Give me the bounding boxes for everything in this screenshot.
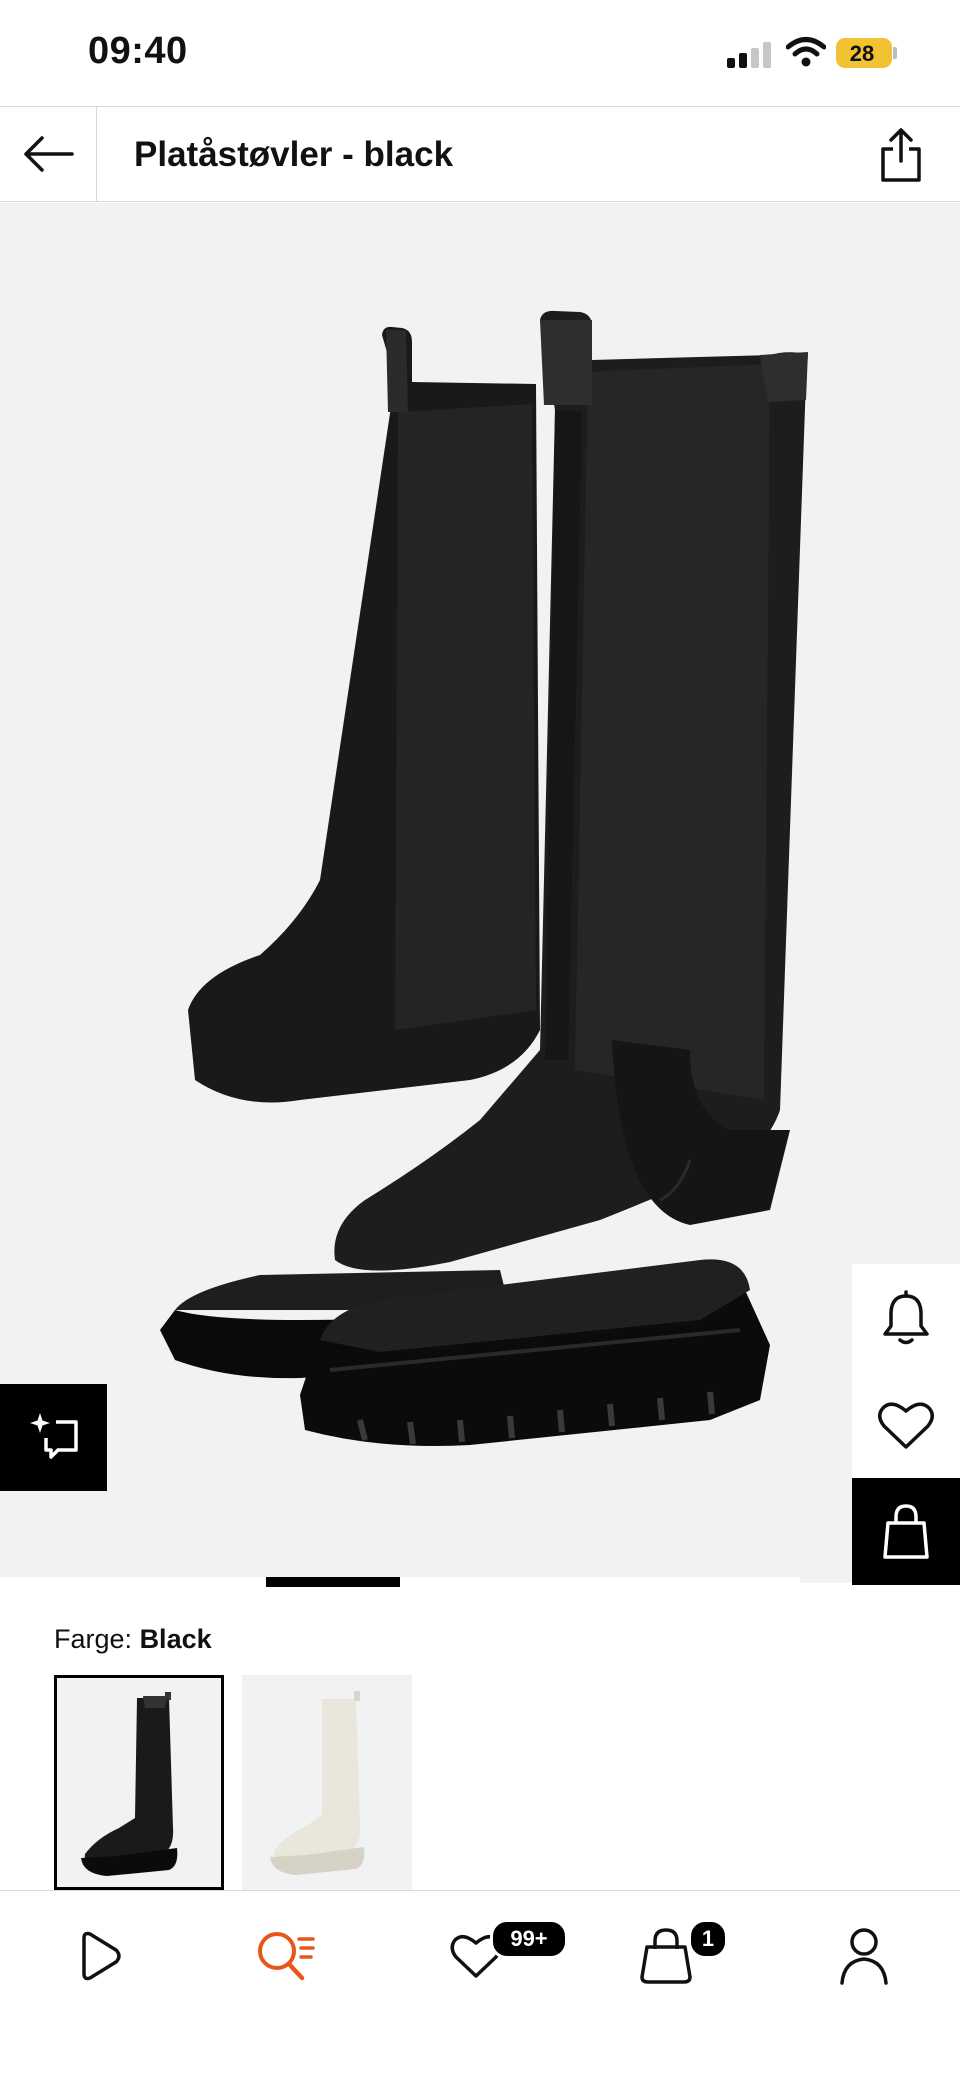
battery-icon: 28 [836,38,892,68]
bottom-tab-bar: 99+ 1 [0,1890,960,2077]
back-button[interactable] [0,107,97,201]
share-button[interactable] [872,125,930,185]
battery-tip [893,47,897,59]
bell-icon [883,1289,929,1344]
battery-level: 28 [849,41,875,66]
image-pagination [0,1577,800,1587]
tab-home[interactable] [36,1911,156,2001]
status-time: 09:40 [88,30,188,72]
color-swatch-black[interactable] [54,1675,224,1890]
heart-icon [878,1401,934,1449]
wishlist-button[interactable] [852,1371,960,1478]
color-label: Farge: Black [54,1624,212,1655]
sparkle-chat-icon [29,1412,78,1459]
boot-thumbnail-white [270,1691,365,1875]
share-icon [881,128,921,182]
boots-image [160,310,808,1446]
signal-icon [727,42,771,68]
user-icon [840,1928,888,1985]
bag-icon [640,1928,692,1984]
tab-account[interactable] [804,1911,924,2001]
wishlist-count-badge: 99+ [490,1919,568,1959]
page-title: Platåstøvler - black [134,135,454,174]
color-swatch-white[interactable] [242,1675,412,1890]
search-list-icon [258,1932,315,1981]
arrow-left-icon [24,136,74,172]
bag-count-badge: 1 [688,1919,728,1959]
color-label-prefix: Farge: [54,1624,133,1654]
boot-thumbnail-black [81,1692,178,1876]
add-to-bag-button[interactable] [852,1478,960,1585]
tab-bag[interactable]: 1 [606,1911,728,2001]
wifi-icon [786,37,826,67]
bag-icon [883,1503,929,1559]
ai-assistant-button[interactable] [0,1384,107,1491]
product-image-gallery[interactable] [0,203,960,1583]
notify-button[interactable] [852,1264,960,1371]
image-pagination-active [266,1577,400,1587]
tab-search[interactable] [226,1911,346,2001]
play-home-icon [82,1931,121,1981]
color-selected-value: Black [139,1624,212,1654]
tab-wishlist[interactable]: 99+ [416,1911,568,2001]
product-action-stack [852,1264,960,1585]
product-header: Platåstøvler - black [0,106,960,202]
status-bar: 09:40 28 [0,0,960,106]
